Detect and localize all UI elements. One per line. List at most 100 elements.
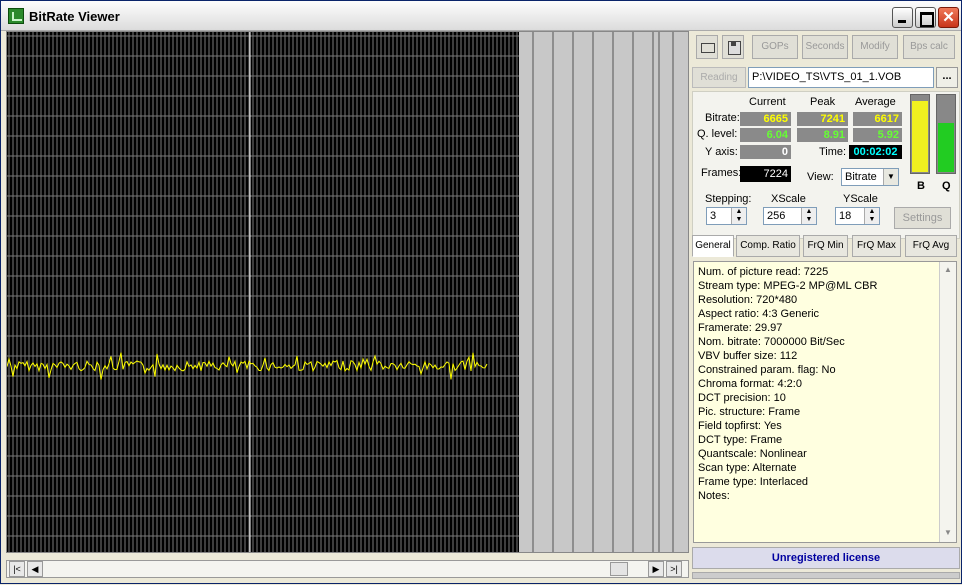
info-line: Frame type: Interlaced	[698, 476, 809, 488]
yscale-label: YScale	[843, 193, 878, 205]
spinner-arrows-icon[interactable]: ▲ ▼	[864, 208, 879, 224]
app-window: BitRate Viewer ✕ |< ◀ ▶ >| GOPs Seconds …	[0, 0, 962, 584]
right-panel: GOPs Seconds Modify Bps calc Reading P:\…	[690, 31, 962, 585]
info-line: DCT type: Frame	[698, 434, 783, 446]
b-meter-fill	[912, 101, 928, 172]
frames-value: 7224	[740, 166, 791, 182]
seconds-button[interactable]: Seconds	[802, 35, 848, 59]
col-average-header: Average	[855, 96, 896, 108]
stepping-spinner[interactable]: 3 ▲ ▼	[706, 207, 747, 225]
close-icon: ✕	[942, 9, 955, 26]
info-line: Constrained param. flag: No	[698, 364, 836, 376]
info-line: Nom. bitrate: 7000000 Bit/Sec	[698, 336, 845, 348]
info-line: Resolution: 720*480	[698, 294, 798, 306]
qlevel-average: 5.92	[853, 128, 902, 142]
q-meter-label: Q	[942, 180, 951, 192]
modify-button[interactable]: Modify	[852, 35, 898, 59]
xscale-value: 256	[767, 210, 786, 222]
graph-unplotted-area	[519, 32, 688, 552]
bitrate-current: 6665	[740, 112, 791, 126]
info-line: Aspect ratio: 4:3 Generic	[698, 308, 820, 320]
open-file-button[interactable]	[696, 35, 718, 59]
save-button[interactable]	[722, 35, 744, 59]
yaxis-value: 0	[740, 145, 791, 159]
spinner-arrows-icon[interactable]: ▲ ▼	[801, 208, 816, 224]
view-select-value: Bitrate	[845, 171, 877, 183]
maximize-icon	[916, 8, 935, 27]
bitrate-graph[interactable]	[6, 31, 689, 553]
info-line: Chroma format: 4:2:0	[698, 378, 802, 390]
tab-frq-max[interactable]: FrQ Max	[852, 235, 901, 257]
tab-frq-min[interactable]: FrQ Min	[803, 235, 848, 257]
info-line: Stream type: MPEG-2 MP@ML CBR	[698, 280, 878, 292]
qlevel-peak: 8.91	[797, 128, 848, 142]
scroll-thumb[interactable]	[610, 562, 628, 576]
scroll-first-button[interactable]: |<	[9, 561, 25, 577]
stepping-value: 3	[710, 210, 717, 222]
view-select[interactable]: Bitrate ▼	[841, 168, 899, 186]
bitrate-app-icon	[8, 8, 24, 24]
scroll-left-button[interactable]: ◀	[27, 561, 43, 577]
tab-comp-ratio[interactable]: Comp. Ratio	[736, 235, 800, 257]
info-line: Scan type: Alternate	[698, 462, 797, 474]
chevron-down-icon[interactable]: ▼	[883, 169, 898, 185]
info-line: Quantscale: Nonlinear	[698, 448, 807, 460]
close-button[interactable]: ✕	[938, 7, 959, 28]
info-line: DCT precision: 10	[698, 392, 786, 404]
tab-general[interactable]: General	[692, 235, 734, 257]
yscale-value: 18	[839, 210, 852, 222]
yscale-spinner[interactable]: 18 ▲ ▼	[835, 207, 880, 225]
spinner-arrows-icon[interactable]: ▲ ▼	[731, 208, 746, 224]
file-path-field[interactable]: P:\VIDEO_TS\VTS_01_1.VOB	[748, 67, 934, 88]
bitrate-peak: 7241	[797, 112, 848, 126]
horizontal-scrollbar[interactable]: |< ◀ ▶ >|	[6, 560, 689, 578]
scroll-up-icon[interactable]: ▲	[941, 263, 955, 277]
qlevel-label: Q. level:	[697, 128, 738, 140]
scroll-down-icon[interactable]: ▼	[941, 526, 955, 540]
minimize-icon	[893, 8, 912, 27]
stepping-label: Stepping:	[705, 193, 752, 205]
bps-calc-button[interactable]: Bps calc	[903, 35, 955, 59]
info-line: Framerate: 29.97	[698, 322, 783, 334]
settings-button[interactable]: Settings	[894, 207, 951, 229]
gops-button[interactable]: GOPs	[752, 35, 798, 59]
general-info-box[interactable]: Num. of picture read: 7225 Stream type: …	[693, 261, 957, 543]
file-row: Reading P:\VIDEO_TS\VTS_01_1.VOB ...	[692, 67, 960, 89]
maximize-button[interactable]	[915, 7, 936, 28]
graph-canvas	[7, 32, 688, 552]
status-bar	[692, 572, 960, 579]
scroll-right-button[interactable]: ▶	[648, 561, 664, 577]
q-meter-fill	[938, 123, 954, 172]
view-label: View:	[807, 171, 834, 183]
b-meter	[910, 94, 930, 174]
xscale-spinner[interactable]: 256 ▲ ▼	[763, 207, 817, 225]
browse-button[interactable]: ...	[936, 67, 958, 88]
bitrate-average: 6617	[853, 112, 902, 126]
toolbar: GOPs Seconds Modify Bps calc	[692, 35, 960, 63]
xscale-label: XScale	[771, 193, 806, 205]
q-meter	[936, 94, 956, 174]
info-tabs: General Comp. Ratio FrQ Min FrQ Max FrQ …	[692, 235, 960, 259]
time-label: Time:	[819, 146, 847, 158]
scroll-last-button[interactable]: >|	[666, 561, 682, 577]
title-bar[interactable]: BitRate Viewer ✕	[1, 1, 961, 31]
col-current-header: Current	[749, 96, 786, 108]
bitrate-label: Bitrate:	[705, 112, 740, 124]
info-line: Notes:	[698, 490, 730, 502]
b-meter-label: B	[917, 180, 925, 192]
reading-status: Reading	[692, 67, 746, 88]
info-line: VBV buffer size: 112	[698, 350, 798, 362]
yaxis-label: Y axis:	[705, 146, 738, 158]
window-title: BitRate Viewer	[29, 9, 120, 24]
license-status: Unregistered license	[692, 547, 960, 569]
qlevel-current: 6.04	[740, 128, 791, 142]
info-line: Num. of picture read: 7225	[698, 266, 829, 278]
info-line: Field topfirst: Yes	[698, 420, 782, 432]
info-vertical-scrollbar[interactable]: ▲ ▼	[939, 262, 956, 542]
info-line: Pic. structure: Frame	[698, 406, 801, 418]
col-peak-header: Peak	[810, 96, 836, 108]
frames-label: Frames:	[701, 167, 742, 179]
time-value: 00:02:02	[849, 145, 902, 159]
tab-frq-avg[interactable]: FrQ Avg	[905, 235, 957, 257]
minimize-button[interactable]	[892, 7, 913, 28]
